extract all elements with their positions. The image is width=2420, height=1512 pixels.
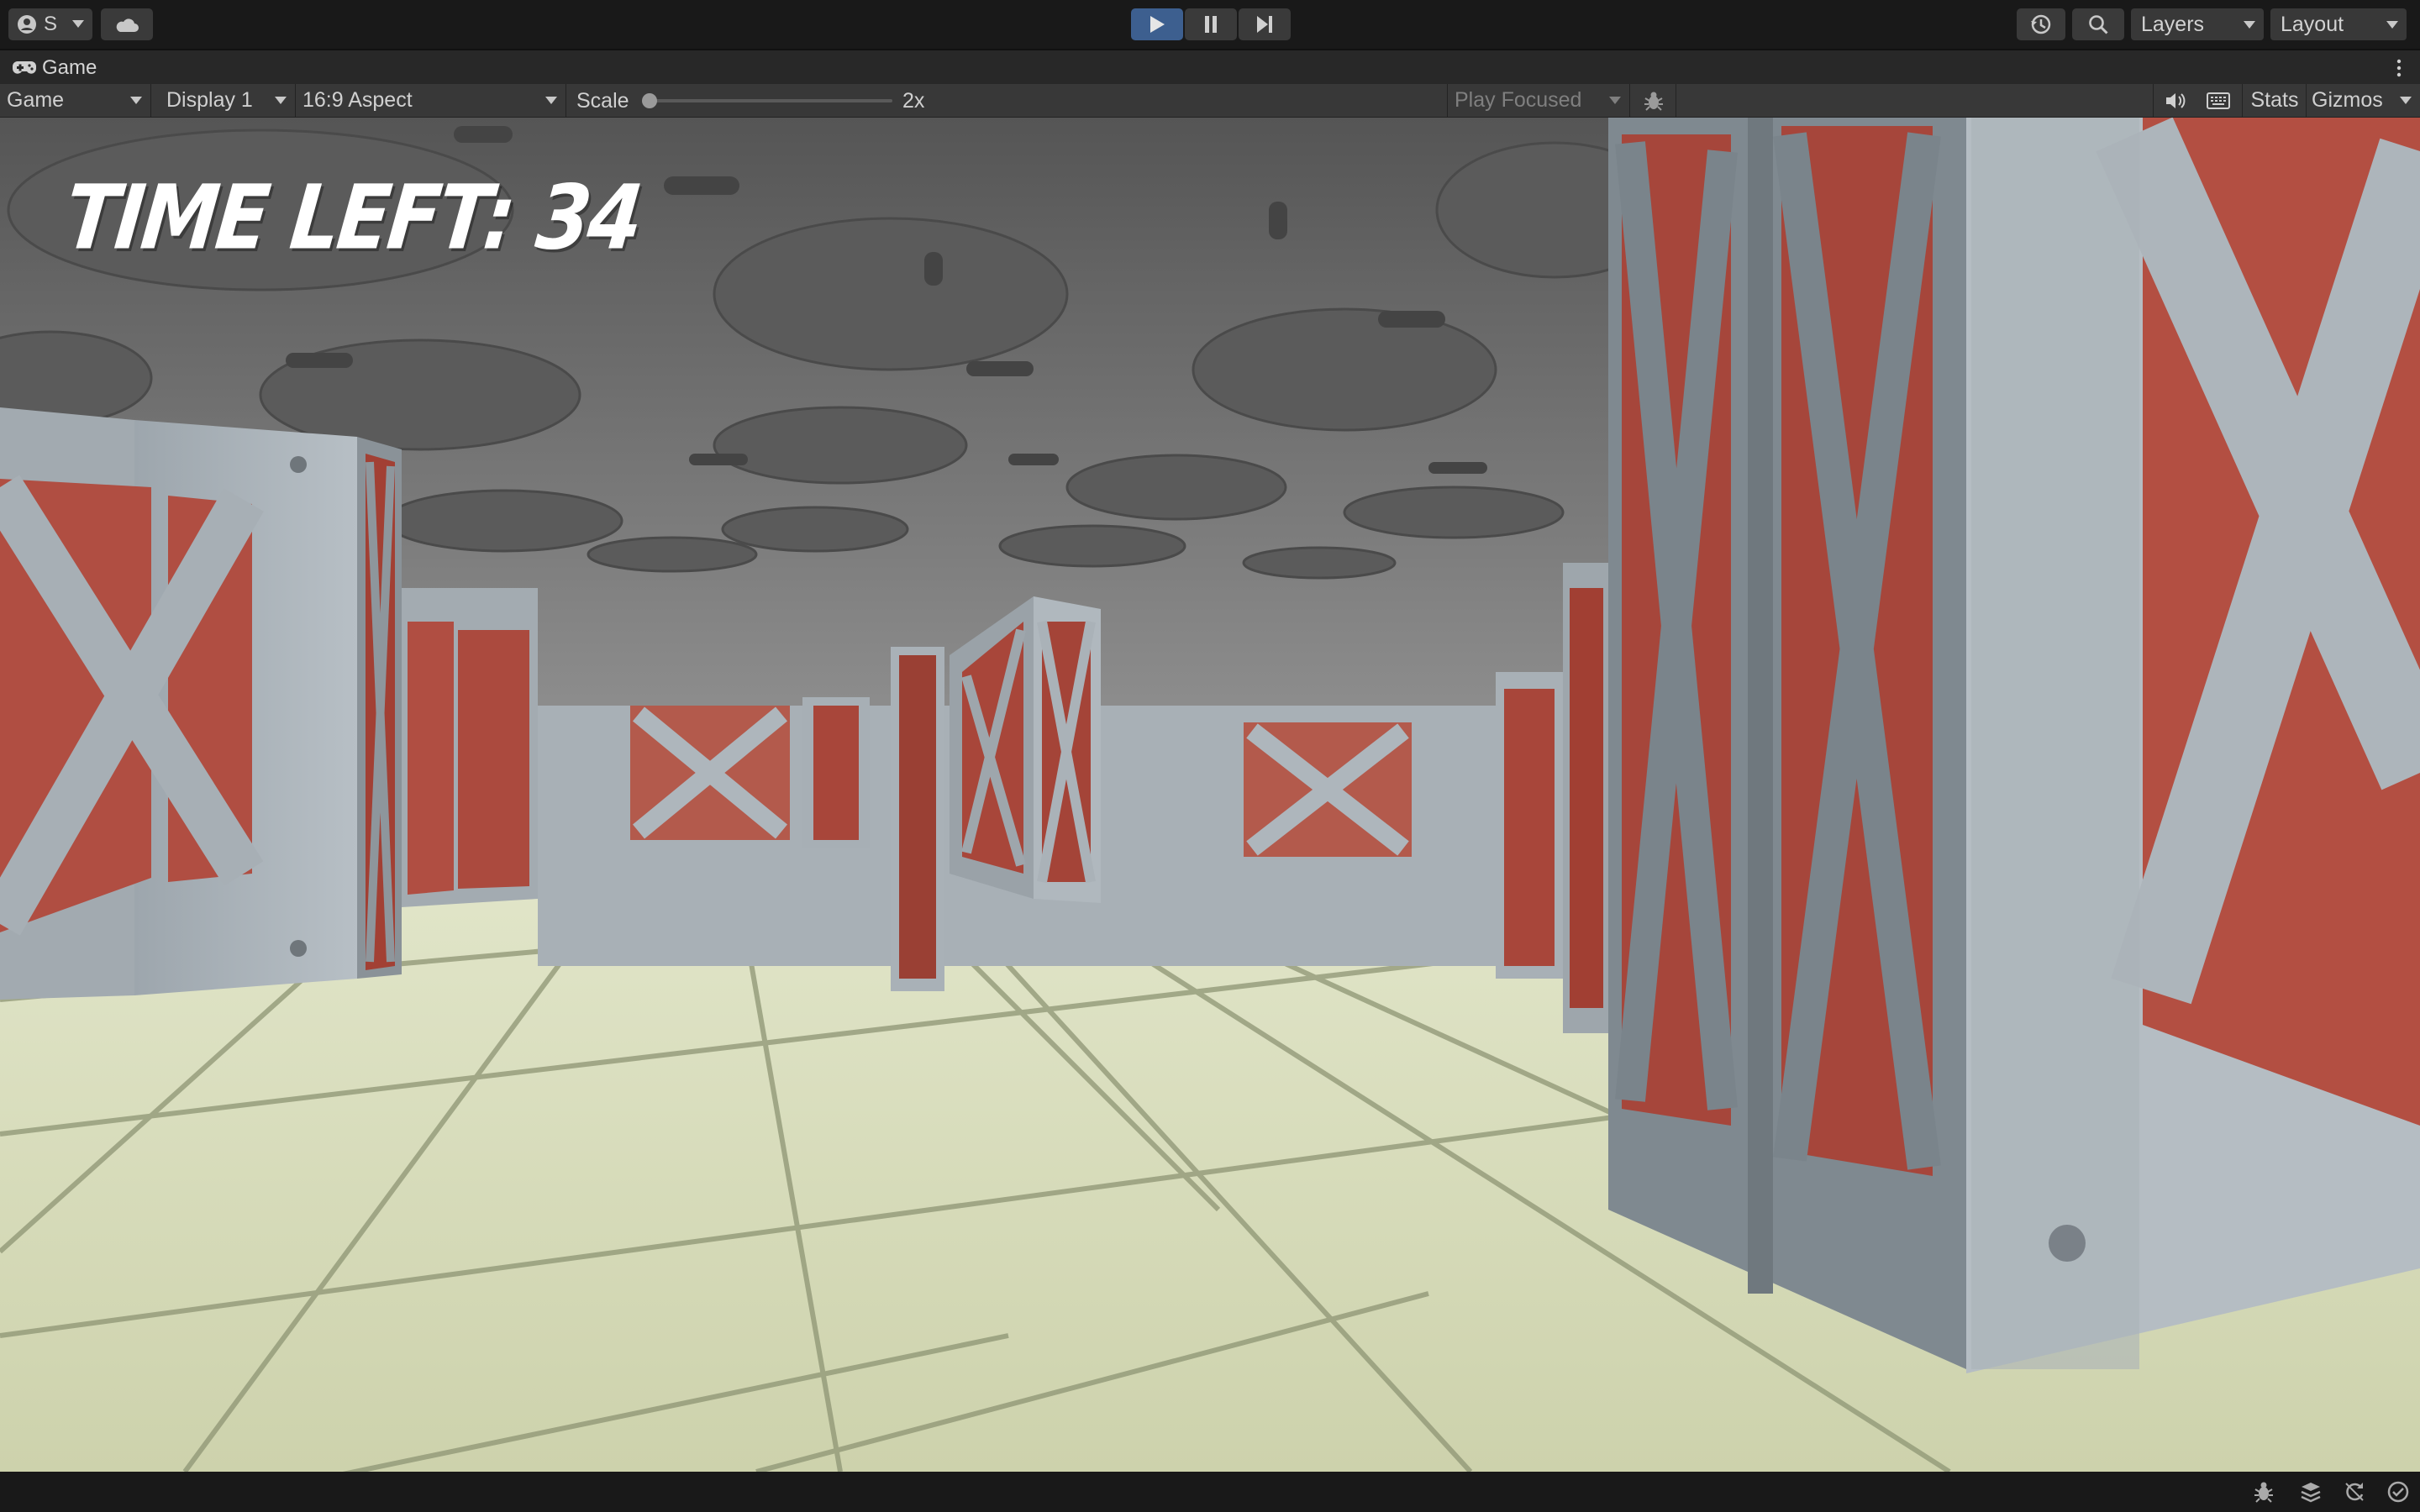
chevron-down-icon — [2400, 97, 2412, 104]
game-controls-bar: Game Display 1 16:9 Aspect Scale 2x Play… — [0, 84, 2420, 118]
step-button[interactable] — [1239, 8, 1291, 40]
play-icon — [1150, 16, 1165, 33]
history-button[interactable] — [2017, 8, 2065, 40]
pause-icon — [1205, 16, 1217, 33]
layers-label: Layers — [2141, 12, 2205, 36]
account-label: S — [44, 13, 58, 35]
center-pillar — [950, 596, 1101, 903]
debug-toggle[interactable] — [1632, 84, 1676, 117]
account-icon — [18, 15, 36, 34]
game-scene — [0, 118, 2420, 1472]
status-bar — [0, 1472, 2420, 1512]
bug-icon — [1644, 92, 1663, 111]
play-button[interactable] — [1131, 8, 1183, 40]
cloud-button[interactable] — [101, 8, 153, 40]
keyboard-shortcuts-toggle[interactable] — [2196, 84, 2240, 117]
step-icon — [1257, 16, 1272, 33]
main-toolbar: S Layers Layout — [0, 0, 2420, 49]
chevron-down-icon — [2244, 21, 2255, 29]
refresh-icon[interactable] — [2343, 1480, 2366, 1504]
chevron-down-icon — [275, 97, 287, 104]
play-mode-dropdown[interactable]: Play Focused — [1447, 84, 1630, 117]
chevron-down-icon — [130, 97, 142, 104]
aspect-dropdown[interactable]: 16:9 Aspect — [296, 84, 566, 117]
time-left-label: TIME LEFT: 34 — [60, 165, 645, 270]
stats-label: Stats — [2250, 88, 2299, 112]
view-mode-label: Game — [7, 88, 65, 112]
gizmos-label: Gizmos — [2312, 88, 2383, 112]
scale-label: Scale — [576, 89, 629, 113]
keyboard-icon — [2207, 92, 2230, 109]
play-mode-label: Play Focused — [1455, 88, 1582, 112]
chevron-down-icon — [545, 97, 557, 104]
chevron-down-icon — [2386, 21, 2398, 29]
cloud-icon — [116, 18, 139, 32]
layout-label: Layout — [2281, 12, 2344, 36]
aspect-label: 16:9 Aspect — [302, 88, 413, 112]
tab-game[interactable]: Game — [42, 56, 97, 80]
view-mode-dropdown[interactable]: Game — [0, 84, 151, 117]
layers-dropdown[interactable]: Layers — [2131, 8, 2264, 40]
game-viewport[interactable]: TIME LEFT: 34 — [0, 118, 2420, 1472]
chevron-down-icon — [72, 20, 84, 28]
check-icon[interactable] — [2386, 1480, 2410, 1504]
search-button[interactable] — [2072, 8, 2124, 40]
speaker-icon — [2166, 92, 2186, 108]
debug-icon[interactable] — [2252, 1480, 2275, 1504]
display-dropdown[interactable]: Display 1 — [160, 84, 296, 117]
gamepad-icon — [13, 61, 36, 74]
scale-value: 2x — [902, 89, 925, 113]
chevron-down-icon — [1609, 97, 1621, 104]
stack-icon[interactable] — [2299, 1480, 2323, 1504]
layout-dropdown[interactable]: Layout — [2270, 8, 2407, 40]
pause-button[interactable] — [1185, 8, 1237, 40]
right-pillar — [1608, 118, 2420, 1373]
more-options-icon[interactable] — [2396, 59, 2402, 77]
mute-audio-toggle[interactable] — [2153, 84, 2197, 117]
account-dropdown[interactable]: S — [8, 8, 92, 40]
game-tab-bar: Game — [0, 49, 2420, 84]
gizmos-dropdown[interactable]: Gizmos — [2306, 84, 2420, 117]
scale-slider-handle[interactable] — [642, 93, 657, 108]
history-icon — [2031, 14, 2051, 34]
search-icon — [2089, 15, 2108, 34]
stats-button[interactable]: Stats — [2242, 84, 2307, 117]
display-label: Display 1 — [166, 88, 253, 112]
scale-slider[interactable] — [642, 93, 892, 108]
